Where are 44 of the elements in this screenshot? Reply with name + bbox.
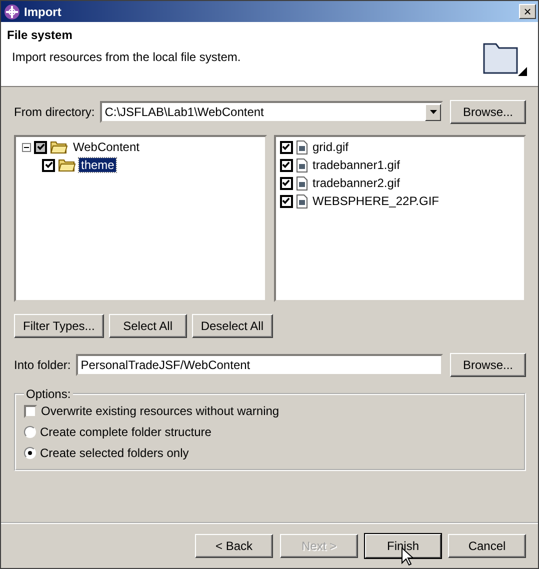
field-label: From directory: [14, 105, 95, 119]
tree-item[interactable]: theme [79, 158, 116, 172]
file-name[interactable]: tradebanner1.gif [310, 158, 402, 172]
caret-icon [430, 110, 436, 114]
radio-button[interactable] [24, 426, 36, 438]
window-title: Import [24, 4, 62, 18]
folder-icon [50, 140, 68, 154]
app-icon [4, 4, 20, 20]
group-title: Options: [25, 387, 72, 401]
collapse-icon[interactable] [22, 142, 31, 152]
tree-item[interactable]: WebContent [71, 140, 142, 154]
file-checkbox[interactable] [280, 194, 292, 208]
page-description: Import resources from the local file system. [11, 50, 242, 64]
wizard-button[interactable]: < Back [195, 534, 273, 558]
file-icon [296, 176, 308, 190]
folder-icon [58, 158, 76, 172]
selection-button[interactable]: Filter Types... [14, 314, 104, 338]
browse-button[interactable]: Browse... [450, 100, 526, 124]
file-checkbox[interactable] [280, 158, 292, 172]
option-label: Create selected folders only [40, 446, 189, 460]
wizard-button[interactable]: Cancel [448, 534, 526, 558]
option-label: Create complete folder structure [40, 425, 212, 439]
file-icon [296, 194, 308, 208]
checkbox[interactable] [24, 404, 37, 418]
file-name[interactable]: tradebanner2.gif [310, 176, 402, 190]
file-checkbox[interactable] [280, 176, 292, 190]
file-icon [296, 140, 308, 154]
selection-button[interactable]: Deselect All [192, 314, 273, 338]
browse-button[interactable]: Browse... [450, 353, 526, 377]
file-checkbox[interactable] [280, 140, 292, 154]
directory-combo[interactable]: C:\JSFLAB\Lab1\WebContent [100, 101, 443, 123]
close-button[interactable]: × [519, 4, 536, 19]
selection-button[interactable]: Select All [108, 314, 187, 338]
field-label: Into folder: [14, 358, 71, 372]
file-name[interactable]: WEBSPHERE_22P.GIF [310, 194, 441, 208]
tree-checkbox[interactable] [34, 140, 47, 154]
file-icon [296, 158, 308, 172]
folder-field[interactable]: PersonalTradeJSF/WebContent [76, 354, 443, 376]
tree-checkbox[interactable] [42, 158, 55, 172]
wizard-button[interactable]: Finish [365, 534, 441, 558]
page-title: File system [7, 28, 74, 42]
radio-button[interactable] [24, 447, 36, 459]
file-name[interactable]: grid.gif [310, 140, 351, 154]
option-label: Overwrite existing resources without warning [41, 404, 280, 418]
